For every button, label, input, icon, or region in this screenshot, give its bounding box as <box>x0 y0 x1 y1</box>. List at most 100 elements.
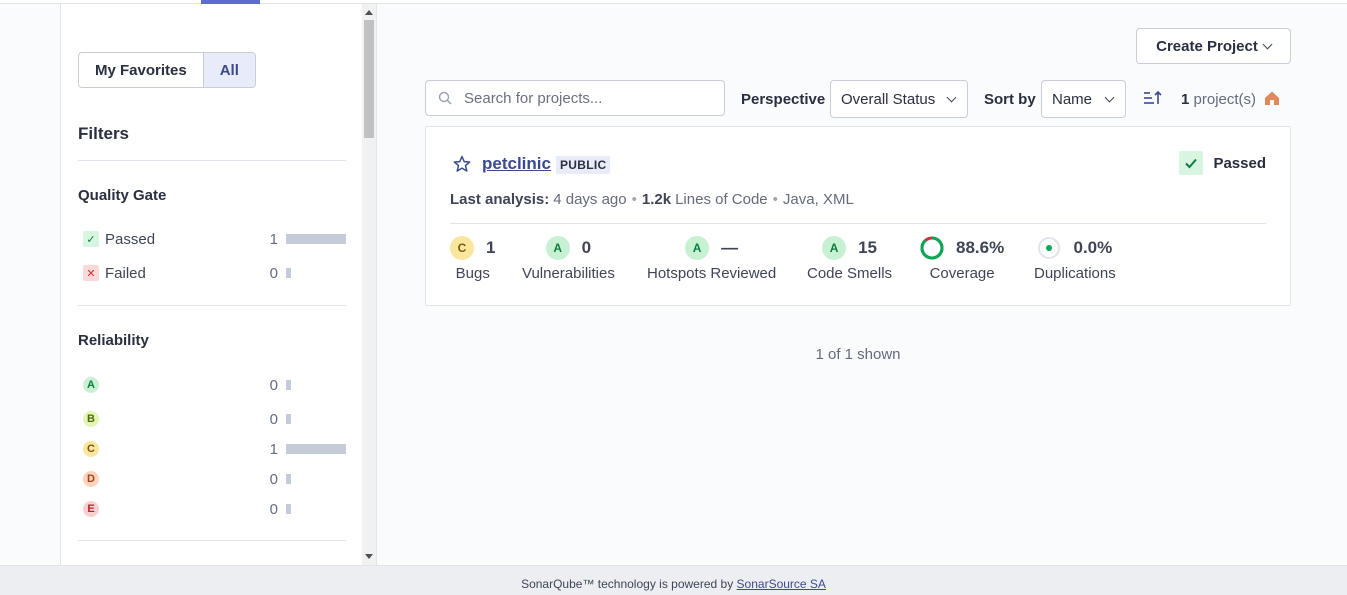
measure-label: Code Smells <box>807 265 893 282</box>
facet-count: 0 <box>269 500 278 518</box>
search-icon <box>438 91 452 105</box>
facet-bar-fill <box>286 504 291 514</box>
bugs-measure[interactable]: C 1 Bugs <box>450 235 495 282</box>
facet-bar-fill <box>286 268 291 278</box>
measure-label: Hotspots Reviewed <box>647 265 777 282</box>
coverage-measure[interactable]: 88.6% Coverage <box>920 235 1004 282</box>
rating-badge: E <box>83 501 99 517</box>
code-smells-measure[interactable]: A 15 Code Smells <box>807 235 892 282</box>
create-project-label: Create Project <box>1156 37 1258 55</box>
create-project-button[interactable]: Create Project <box>1136 28 1291 64</box>
separator-dot: • <box>772 191 778 208</box>
facet-bar-fill <box>286 380 291 390</box>
project-meta: Last analysis: 4 days ago • 1.2k Lines o… <box>450 191 854 208</box>
rating-badge: A <box>545 236 570 260</box>
hotspots-measure[interactable]: A — Hotspots Reviewed <box>647 235 776 282</box>
chevron-down-icon <box>1262 39 1273 49</box>
measure-label: Bugs <box>455 265 490 282</box>
chevron-down-icon <box>946 92 957 102</box>
facet-bar <box>286 234 346 244</box>
facet-count: 0 <box>269 264 278 282</box>
coverage-donut-icon <box>920 236 944 260</box>
measure-value: — <box>721 238 739 257</box>
facet-count: 0 <box>269 410 278 428</box>
loc-label: Lines of Code <box>675 191 768 208</box>
cross-icon: ✕ <box>83 265 99 281</box>
sort-label: Sort by <box>984 91 1036 108</box>
project-name-link[interactable]: petclinic <box>482 154 551 174</box>
rating-badge: B <box>83 411 99 427</box>
reliability-b-filter[interactable]: B 0 <box>78 408 346 430</box>
filters-sidebar: My Favorites All Filters Quality Gate ✓ … <box>60 4 377 565</box>
reliability-d-filter[interactable]: D 0 <box>78 468 346 490</box>
scroll-up-icon[interactable] <box>365 10 373 15</box>
rating-badge: A <box>83 377 99 393</box>
last-analysis-label: Last analysis: <box>450 191 550 208</box>
search-input[interactable] <box>464 89 704 107</box>
duplications-icon <box>1038 237 1061 259</box>
divider <box>78 540 346 541</box>
sonarsource-link[interactable]: SonarSource SA <box>737 577 826 591</box>
quality-gate-title: Quality Gate <box>78 187 167 204</box>
sort-ascending-icon[interactable] <box>1142 88 1162 108</box>
last-analysis-value: 4 days ago <box>553 191 627 208</box>
visibility-badge: PUBLIC <box>556 156 611 174</box>
shown-count: 1 of 1 shown <box>815 346 901 363</box>
perspective-label: Perspective <box>741 91 826 108</box>
reliability-e-filter[interactable]: E 0 <box>78 498 346 520</box>
project-count-suffix: project(s) <box>1193 91 1257 108</box>
project-card: petclinic PUBLIC Passed Last analysis: 4… <box>425 126 1291 306</box>
quality-gate-status: Passed <box>1179 151 1266 175</box>
reliability-c-filter[interactable]: C 1 <box>78 438 346 460</box>
filters-title: Filters <box>78 124 130 143</box>
measure-label: Duplications <box>1034 265 1116 282</box>
duplications-measure[interactable]: 0.0% Duplications <box>1034 235 1116 282</box>
quality-gate-passed-filter[interactable]: ✓ Passed 1 <box>78 228 346 250</box>
perspective-select[interactable]: Overall Status <box>830 80 968 118</box>
page-footer: SonarQube™ technology is powered by Sona… <box>0 565 1347 595</box>
sidebar-scrollbar[interactable] <box>362 4 376 565</box>
reliability-title: Reliability <box>78 332 149 349</box>
facet-bar <box>286 444 346 454</box>
measure-value: 0.0% <box>1073 238 1113 257</box>
facet-count: 0 <box>269 470 278 488</box>
star-icon[interactable] <box>453 155 471 173</box>
project-count: 1 project(s) <box>1181 91 1256 108</box>
rating-badge: A <box>822 236 847 260</box>
facet-bar <box>286 504 346 514</box>
perspective-value: Overall Status <box>841 90 936 108</box>
facet-bar-fill <box>286 234 346 244</box>
quality-gate-failed-filter[interactable]: ✕ Failed 0 <box>78 262 346 284</box>
divider <box>78 160 346 161</box>
vulnerabilities-measure[interactable]: A 0 Vulnerabilities <box>522 235 615 282</box>
measure-value: 88.6% <box>956 238 1005 257</box>
check-icon <box>1179 151 1204 175</box>
scroll-down-icon[interactable] <box>365 554 373 559</box>
divider <box>450 223 1266 224</box>
facet-bar-fill <box>286 414 291 424</box>
facet-label: Passed <box>105 230 156 248</box>
facet-bar <box>286 268 346 278</box>
measure-label: Vulnerabilities <box>522 265 615 282</box>
sort-value: Name <box>1052 90 1093 108</box>
all-projects-button[interactable]: All <box>202 53 255 87</box>
sort-select[interactable]: Name <box>1041 80 1126 118</box>
facet-count: 1 <box>269 440 278 458</box>
my-favorites-button[interactable]: My Favorites <box>79 53 203 87</box>
project-search <box>425 80 725 116</box>
separator-dot: • <box>631 191 637 208</box>
check-icon: ✓ <box>83 231 99 247</box>
languages: Java, XML <box>782 191 854 208</box>
facet-bar <box>286 414 346 424</box>
scrollbar-thumb[interactable] <box>364 20 374 138</box>
chevron-down-icon <box>1104 92 1115 102</box>
projects-main: Create Project Perspective Overall Statu… <box>378 4 1347 565</box>
facet-label: Failed <box>105 264 146 282</box>
home-icon[interactable] <box>1264 90 1280 106</box>
reliability-a-filter[interactable]: A 0 <box>78 374 346 396</box>
facet-bar-fill <box>286 474 291 484</box>
divider <box>78 305 346 306</box>
rating-badge: C <box>450 236 474 260</box>
facet-bar <box>286 380 346 390</box>
project-count-value: 1 <box>1181 91 1190 108</box>
